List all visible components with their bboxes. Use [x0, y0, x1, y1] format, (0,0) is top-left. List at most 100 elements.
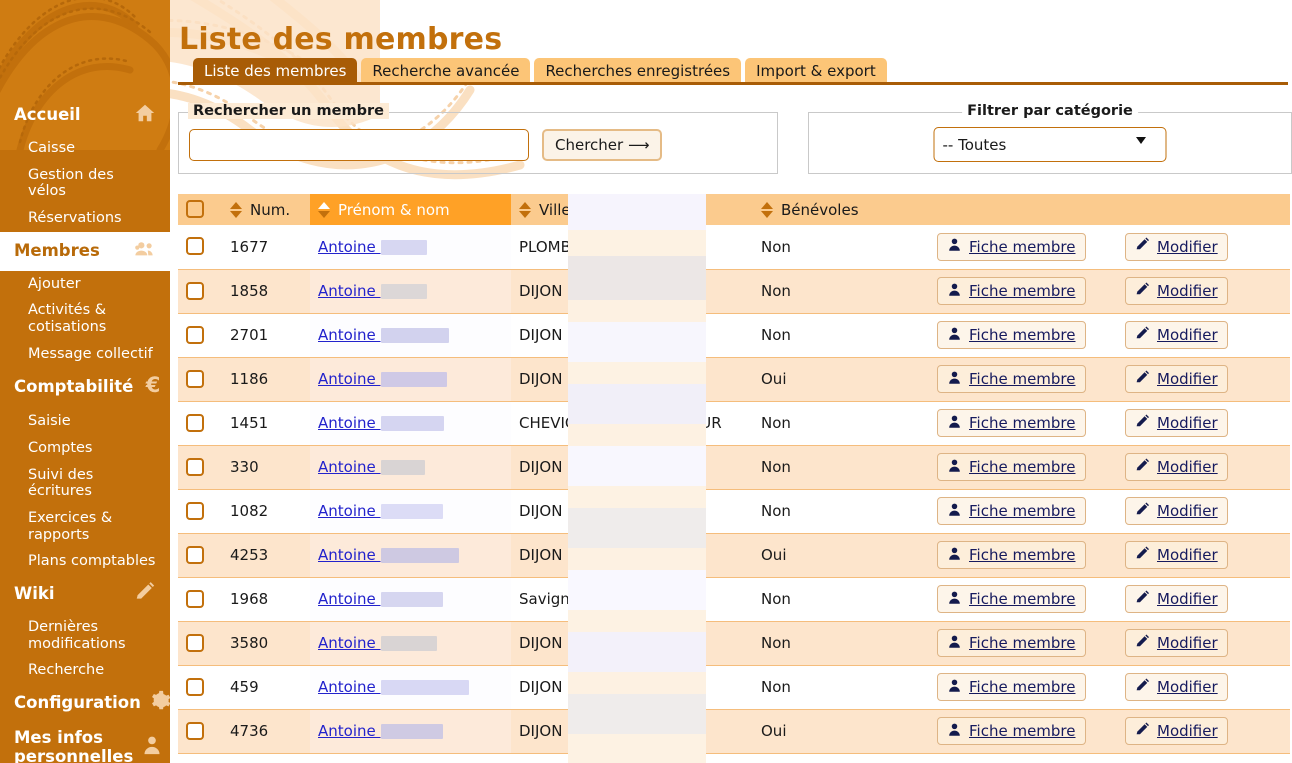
fiche-membre-button[interactable]: Fiche membre [937, 585, 1086, 613]
checkbox-icon[interactable] [186, 633, 204, 652]
sidebar-item-recherche[interactable]: Recherche [0, 657, 170, 684]
modifier-button[interactable]: Modifier [1125, 541, 1228, 569]
fiche-membre-button[interactable]: Fiche membre [937, 717, 1086, 745]
sidebar-item-ajouter[interactable]: Ajouter [0, 271, 170, 298]
modifier-button[interactable]: Modifier [1125, 365, 1228, 393]
modifier-button[interactable]: Modifier [1125, 585, 1228, 613]
member-name-link[interactable]: Antoine [318, 678, 381, 696]
modifier-button[interactable]: Modifier [1125, 717, 1228, 745]
fiche-membre-button[interactable]: Fiche membre [937, 541, 1086, 569]
row-checkbox[interactable] [178, 489, 222, 534]
row-checkbox[interactable] [178, 577, 222, 622]
member-name-link[interactable]: Antoine [318, 590, 381, 608]
sort-arrows-icon[interactable] [519, 201, 532, 219]
row-checkbox[interactable] [178, 533, 222, 578]
sidebar-item-message-collectif[interactable]: Message collectif [0, 341, 170, 368]
fiche-membre-button[interactable]: Fiche membre [937, 497, 1086, 525]
modifier-button[interactable]: Modifier [1125, 497, 1228, 525]
column-header-num[interactable]: Num. [222, 194, 310, 225]
tab-import-export[interactable]: Import & export [745, 58, 887, 83]
row-checkbox[interactable] [178, 709, 222, 754]
sidebar-group-accueil[interactable]: Accueil [0, 96, 170, 135]
sidebar-group-label: Wiki [14, 583, 55, 603]
sidebar-item-exercices-rapports[interactable]: Exercices & rapports [0, 505, 170, 548]
member-name-link[interactable]: Antoine [318, 502, 381, 520]
fiche-membre-button[interactable]: Fiche membre [937, 629, 1086, 657]
modifier-button[interactable]: Modifier [1125, 629, 1228, 657]
modifier-button[interactable]: Modifier [1125, 232, 1228, 261]
sidebar-item-plans-comptables[interactable]: Plans comptables [0, 548, 170, 575]
category-filter-select[interactable]: -- Toutes [933, 127, 1167, 162]
tab-liste-des-membres[interactable]: Liste des membres [193, 58, 358, 83]
checkbox-icon[interactable] [186, 589, 204, 608]
checkbox-icon[interactable] [186, 413, 204, 432]
member-name-link[interactable]: Antoine [318, 634, 381, 652]
modifier-button[interactable]: Modifier [1125, 673, 1228, 701]
checkbox-icon[interactable] [186, 369, 204, 388]
sidebar-group-wiki[interactable]: Wiki [0, 575, 170, 614]
modifier-button[interactable]: Modifier [1125, 277, 1228, 305]
tab-recherche-avanc-e[interactable]: Recherche avancée [361, 58, 531, 83]
member-name-link[interactable]: Antoine [318, 546, 381, 564]
sidebar-item-caisse[interactable]: Caisse [0, 135, 170, 162]
member-name-link[interactable]: Antoine [318, 282, 381, 300]
row-checkbox[interactable] [178, 225, 222, 270]
search-input[interactable] [189, 129, 529, 161]
fiche-membre-button[interactable]: Fiche membre [937, 673, 1086, 701]
fiche-membre-button[interactable]: Fiche membre [937, 232, 1086, 261]
fiche-membre-button[interactable]: Fiche membre [937, 453, 1086, 481]
member-name-link[interactable]: Antoine [318, 458, 381, 476]
member-name-link[interactable]: Antoine [318, 414, 381, 432]
sidebar-item-derni-res-modifications[interactable]: Dernières modifications [0, 614, 170, 657]
checkbox-icon[interactable] [186, 677, 204, 696]
sidebar-item-r-servations[interactable]: Réservations [0, 205, 170, 232]
column-header-benev[interactable]: Bénévoles [753, 194, 929, 225]
modifier-button[interactable]: Modifier [1125, 409, 1228, 437]
fiche-membre-button[interactable]: Fiche membre [937, 277, 1086, 305]
sidebar-group-mes-infos-personnelles[interactable]: Mes infos personnelles [0, 723, 170, 763]
row-checkbox[interactable] [178, 665, 222, 710]
sidebar-group-configuration[interactable]: Configuration [0, 684, 170, 723]
member-name-link[interactable]: Antoine [318, 326, 381, 344]
sidebar-group-comptabilit[interactable]: Comptabilité € [0, 367, 170, 408]
sort-arrows-icon[interactable] [230, 201, 243, 219]
checkbox-icon[interactable] [186, 721, 204, 740]
pencil-icon [1135, 370, 1150, 389]
column-header-name[interactable]: Prénom & nom [310, 194, 511, 225]
sort-arrows-icon[interactable] [318, 201, 331, 219]
checkbox-icon[interactable] [186, 237, 204, 256]
member-name-link[interactable]: Antoine [318, 238, 381, 256]
sidebar-item-gestion-des-v-los[interactable]: Gestion des vélos [0, 162, 170, 205]
sidebar-item-comptes[interactable]: Comptes [0, 435, 170, 462]
modifier-button[interactable]: Modifier [1125, 321, 1228, 349]
fiche-membre-button[interactable]: Fiche membre [937, 321, 1086, 349]
sidebar-item-activit-s-cotisations[interactable]: Activités & cotisations [0, 297, 170, 340]
column-header-label: Prénom & nom [338, 200, 450, 219]
tab-recherches-enregistr-es[interactable]: Recherches enregistrées [534, 58, 742, 83]
sidebar-item-suivi-des-critures[interactable]: Suivi des écritures [0, 462, 170, 505]
fiche-membre-button[interactable]: Fiche membre [937, 409, 1086, 437]
checkbox-icon[interactable] [186, 325, 204, 344]
sidebar-item-saisie[interactable]: Saisie [0, 408, 170, 435]
checkbox-icon[interactable] [186, 501, 204, 520]
member-name-link[interactable]: Antoine [318, 722, 381, 740]
modifier-button[interactable]: Modifier [1125, 453, 1228, 481]
fiche-membre-button[interactable]: Fiche membre [937, 365, 1086, 393]
row-checkbox[interactable] [178, 313, 222, 358]
sort-arrows-icon[interactable] [761, 201, 774, 219]
checkbox-icon[interactable] [186, 545, 204, 564]
select-all-checkbox[interactable] [178, 194, 222, 225]
row-checkbox[interactable] [178, 621, 222, 666]
checkbox-icon[interactable] [186, 200, 204, 218]
row-checkbox[interactable] [178, 269, 222, 314]
sidebar-group-membres[interactable]: Membres [0, 231, 170, 271]
search-button[interactable]: Chercher ⟶ [542, 129, 663, 161]
cell-action-modifier: Modifier [1117, 577, 1290, 622]
row-checkbox[interactable] [178, 357, 222, 402]
checkbox-icon[interactable] [186, 281, 204, 300]
member-name-link[interactable]: Antoine [318, 370, 381, 388]
column-header-ville[interactable]: Ville [511, 194, 753, 225]
row-checkbox[interactable] [178, 401, 222, 446]
row-checkbox[interactable] [178, 445, 222, 490]
checkbox-icon[interactable] [186, 457, 204, 476]
